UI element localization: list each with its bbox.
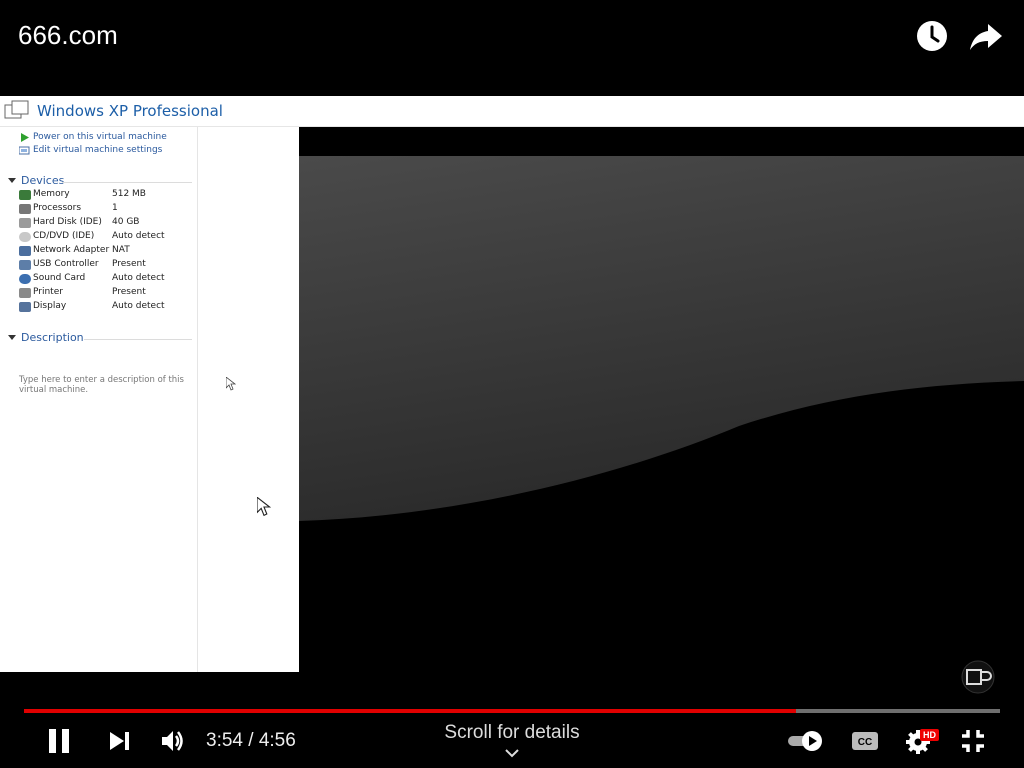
device-row-memory[interactable]: Memory 512 MB bbox=[19, 189, 194, 202]
device-value: Auto detect bbox=[112, 273, 165, 283]
progress-bar[interactable] bbox=[24, 709, 1000, 713]
device-row-printer[interactable]: Printer Present bbox=[19, 287, 194, 300]
device-name: Network Adapter bbox=[33, 245, 110, 255]
hard-disk-icon bbox=[19, 218, 31, 228]
share-arrow-icon bbox=[970, 24, 1002, 50]
device-name: CD/DVD (IDE) bbox=[33, 231, 95, 241]
device-row-display[interactable]: Display Auto detect bbox=[19, 301, 194, 314]
captions-button[interactable]: CC bbox=[851, 730, 879, 752]
progress-fill bbox=[24, 709, 796, 713]
vm-screen-preview[interactable] bbox=[299, 156, 1024, 672]
display-icon bbox=[19, 302, 31, 312]
vm-sidebar: Power on this virtual machine Edit virtu… bbox=[0, 127, 198, 672]
device-value: Present bbox=[112, 259, 146, 269]
power-on-link[interactable]: Power on this virtual machine bbox=[19, 132, 167, 142]
network-icon bbox=[19, 246, 31, 256]
pause-button[interactable] bbox=[46, 728, 72, 754]
cd-icon bbox=[19, 232, 31, 242]
device-row-cd-dvd[interactable]: CD/DVD (IDE) Auto detect bbox=[19, 231, 194, 244]
cursor-icon bbox=[226, 377, 236, 391]
device-name: Processors bbox=[33, 203, 82, 213]
description-heading-label: Description bbox=[21, 331, 84, 344]
channel-logo-icon bbox=[961, 660, 995, 694]
device-row-network[interactable]: Network Adapter NAT bbox=[19, 245, 194, 258]
device-row-processors[interactable]: Processors 1 bbox=[19, 203, 194, 216]
duration: 4:56 bbox=[258, 730, 296, 751]
device-row-sound[interactable]: Sound Card Auto detect bbox=[19, 273, 194, 286]
device-value: 40 GB bbox=[112, 217, 140, 227]
devices-divider bbox=[62, 182, 192, 183]
device-row-usb[interactable]: USB Controller Present bbox=[19, 259, 194, 272]
device-value: NAT bbox=[112, 245, 130, 255]
collapse-triangle-icon bbox=[8, 178, 16, 183]
description-field[interactable]: Type here to enter a description of this… bbox=[19, 375, 184, 395]
vm-blank-area bbox=[198, 127, 299, 672]
time-separator: / bbox=[242, 730, 259, 751]
vm-header: Windows XP Professional bbox=[0, 96, 1024, 127]
vm-title: Windows XP Professional bbox=[37, 102, 223, 120]
watch-later-button[interactable] bbox=[914, 18, 950, 54]
device-name: Sound Card bbox=[33, 273, 86, 283]
power-on-label: Power on this virtual machine bbox=[33, 132, 167, 142]
device-name: Hard Disk (IDE) bbox=[33, 217, 102, 227]
pause-icon bbox=[49, 729, 69, 753]
devices-heading[interactable]: Devices bbox=[8, 174, 64, 187]
volume-icon bbox=[162, 731, 183, 751]
device-name: Display bbox=[33, 301, 67, 311]
video-frame[interactable]: Windows XP Professional Power on this vi… bbox=[0, 96, 1024, 672]
devices-heading-label: Devices bbox=[21, 174, 65, 187]
collapse-triangle-icon bbox=[8, 335, 16, 340]
description-heading[interactable]: Description bbox=[8, 331, 84, 344]
exit-fullscreen-icon bbox=[962, 730, 984, 752]
edit-settings-link[interactable]: Edit virtual machine settings bbox=[19, 145, 162, 155]
device-value: 1 bbox=[112, 203, 118, 213]
wallpaper-wave bbox=[299, 156, 1024, 521]
device-name: USB Controller bbox=[33, 259, 99, 269]
memory-icon bbox=[19, 190, 31, 200]
video-title[interactable]: 666.com bbox=[18, 20, 118, 51]
channel-watermark[interactable] bbox=[960, 660, 996, 694]
hd-badge: HD bbox=[920, 729, 939, 741]
volume-button[interactable] bbox=[160, 728, 186, 754]
device-name: Memory bbox=[33, 189, 70, 199]
processor-icon bbox=[19, 204, 31, 214]
device-value: Auto detect bbox=[112, 231, 165, 241]
exit-fullscreen-button[interactable] bbox=[960, 728, 986, 754]
autoplay-toggle-icon bbox=[788, 731, 822, 751]
device-value: Present bbox=[112, 287, 146, 297]
share-button[interactable] bbox=[968, 18, 1004, 54]
device-row-hard-disk[interactable]: Hard Disk (IDE) 40 GB bbox=[19, 217, 194, 230]
current-time: 3:54 bbox=[206, 730, 243, 751]
play-icon bbox=[21, 132, 29, 142]
device-value: 512 MB bbox=[112, 189, 146, 199]
settings-button[interactable]: HD bbox=[905, 728, 941, 754]
edit-settings-label: Edit virtual machine settings bbox=[33, 145, 163, 155]
next-button[interactable] bbox=[108, 730, 132, 752]
settings-icon bbox=[19, 146, 30, 154]
description-divider bbox=[84, 339, 192, 340]
chevron-down-icon[interactable] bbox=[505, 748, 519, 758]
device-name: Printer bbox=[33, 287, 63, 297]
time-display: 3:54 / 4:56 bbox=[206, 730, 296, 752]
printer-icon bbox=[19, 288, 31, 298]
autoplay-toggle[interactable] bbox=[786, 730, 824, 752]
svg-text:CC: CC bbox=[858, 737, 872, 748]
scroll-for-details[interactable]: Scroll for details bbox=[412, 722, 612, 744]
device-value: Auto detect bbox=[112, 301, 165, 311]
skip-next-icon bbox=[110, 732, 129, 750]
sound-icon bbox=[19, 274, 31, 284]
clock-icon bbox=[917, 21, 947, 51]
cc-icon: CC bbox=[852, 732, 878, 750]
usb-icon bbox=[19, 260, 31, 270]
cursor-icon bbox=[257, 497, 271, 517]
vm-logo-icon bbox=[4, 100, 29, 119]
